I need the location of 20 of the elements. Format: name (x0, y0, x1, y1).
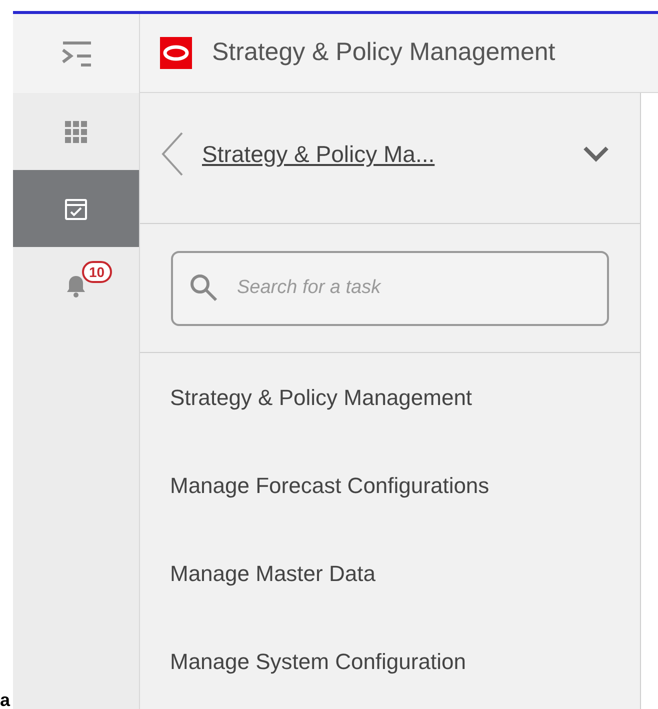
back-chevron-icon[interactable] (160, 131, 184, 177)
corner-text: a (0, 691, 10, 709)
app-title: Strategy & Policy Management (212, 37, 556, 68)
logo-icon (160, 37, 192, 69)
calendar-check-icon (64, 196, 88, 220)
menu-toggle-button[interactable] (13, 14, 139, 93)
task-link[interactable]: Manage Forecast Configurations (140, 441, 640, 529)
rail-button[interactable]: 10 (13, 247, 139, 324)
bell-icon (65, 274, 87, 298)
task-link[interactable]: Manage System Configuration (140, 617, 640, 705)
app-grid-icon (65, 120, 87, 142)
panel-title-link[interactable]: Strategy & Policy Ma... (202, 136, 435, 172)
chevron-down-icon[interactable] (582, 145, 610, 163)
search-icon (189, 272, 219, 302)
task-link[interactable]: Strategy & Policy Management (140, 353, 640, 441)
search-field[interactable]: Search for a task (171, 250, 609, 326)
rail-button[interactable] (13, 170, 139, 247)
notification-count-badge: 10 (82, 261, 112, 283)
task-link[interactable]: Manage Master Data (140, 529, 640, 617)
collapse-menu-icon (59, 40, 93, 68)
